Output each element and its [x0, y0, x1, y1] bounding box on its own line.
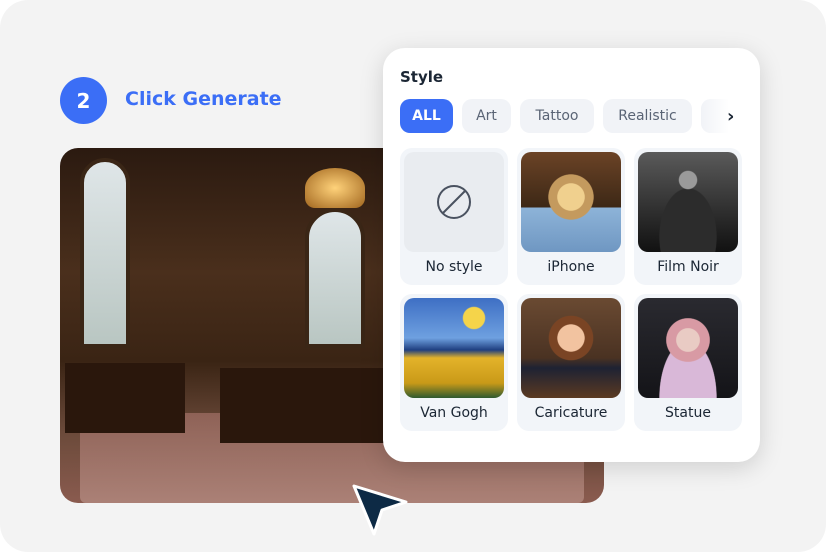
film-noir-style-image — [638, 152, 738, 252]
style-label: No style — [425, 259, 483, 275]
style-label: iPhone — [547, 259, 595, 275]
style-panel: Style ALL Art Tattoo Realistic P › No st… — [383, 48, 760, 462]
style-label: Van Gogh — [420, 405, 488, 421]
category-tattoo[interactable]: Tattoo — [520, 99, 594, 133]
style-label: Film Noir — [657, 259, 719, 275]
category-all[interactable]: ALL — [400, 99, 453, 133]
step-number-badge: 2 — [60, 77, 107, 124]
background-card: 2 Click Generate Style ALL Art Tattoo Re… — [0, 0, 826, 552]
statue-style-image — [638, 298, 738, 398]
style-tile-van-gogh[interactable]: Van Gogh — [400, 294, 508, 431]
no-style-image — [404, 152, 504, 252]
cursor-arrow-icon — [352, 484, 408, 536]
iphone-style-image — [521, 152, 621, 252]
step-label: Click Generate — [125, 88, 282, 110]
category-art[interactable]: Art — [462, 99, 511, 133]
style-tile-no-style[interactable]: No style — [400, 148, 508, 285]
category-realistic[interactable]: Realistic — [603, 99, 692, 133]
style-tile-caricature[interactable]: Caricature — [517, 294, 625, 431]
style-label: Caricature — [534, 405, 608, 421]
chevron-right-icon[interactable]: › — [727, 106, 734, 127]
style-label: Statue — [665, 405, 711, 421]
panel-title: Style — [400, 68, 444, 86]
style-tile-film-noir[interactable]: Film Noir — [634, 148, 742, 285]
van-gogh-style-image — [404, 298, 504, 398]
style-tile-iphone[interactable]: iPhone — [517, 148, 625, 285]
caricature-style-image — [521, 298, 621, 398]
style-tile-statue[interactable]: Statue — [634, 294, 742, 431]
no-symbol-icon — [437, 185, 471, 219]
